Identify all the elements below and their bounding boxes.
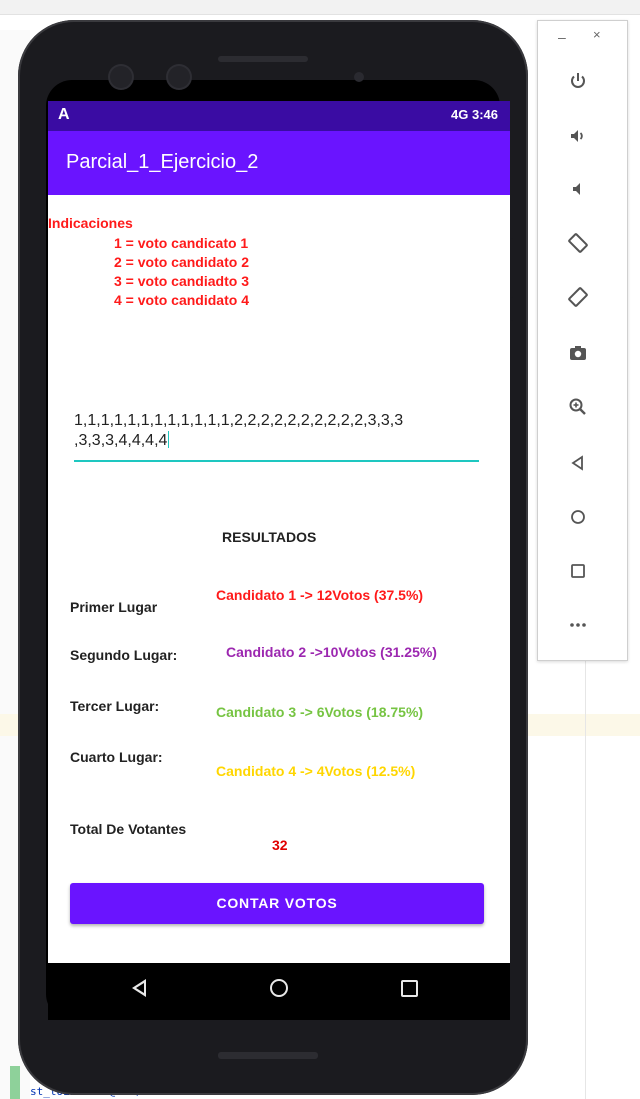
votes-input-text: ,3,3,3,4,4,4,4 [74,432,168,449]
app-bar: Parcial_1_Ejercicio_2 [48,131,510,195]
indication-line: 1 = voto candicato 1 [114,235,249,251]
votes-input-line-2: ,3,3,3,4,4,4,4 [74,431,478,451]
app-title: Parcial_1_Ejercicio_2 [66,151,259,173]
third-place-value: Candidato 3 -> 6Votos (18.75%) [216,704,424,720]
alert-icon: A [58,106,70,123]
ide-top-bar [0,0,640,15]
app-screen: A 4G 3:46 Parcial_1_Ejercicio_2 Indicaci… [48,101,510,963]
second-place-label: Segundo Lugar: [70,647,178,663]
proximity-sensor [354,72,364,82]
close-icon[interactable]: × [593,27,601,42]
nav-home-icon[interactable] [270,979,288,997]
front-camera [110,66,132,88]
second-place-value: Candidato 2 ->10Votos (31.25%) [226,644,437,660]
volume-up-icon[interactable] [560,116,596,152]
camera-icon[interactable] [560,333,596,369]
first-place-value: Candidato 1 -> 12Votos (37.5%) [216,587,424,603]
rotate-right-icon[interactable] [560,277,596,313]
power-icon[interactable] [560,61,596,97]
status-bar-indicators: 4G 3:46 [451,107,498,122]
third-place-label: Tercer Lugar: [70,698,160,714]
fourth-place-label: Cuarto Lugar: [70,749,163,765]
ide-change-marker [10,1066,20,1099]
emulator-toolbar: – × [537,20,628,661]
votes-input[interactable]: 1,1,1,1,1,1,1,1,1,1,1,1,2,2,2,2,2,2,2,2,… [74,411,478,451]
home-icon[interactable] [560,497,596,533]
front-sensor [168,66,190,88]
minimize-icon[interactable]: – [558,29,566,45]
votes-input-line: 1,1,1,1,1,1,1,1,1,1,1,1,2,2,2,2,2,2,2,2,… [74,412,404,429]
results-title: RESULTADOS [222,529,317,545]
count-votes-button[interactable]: CONTAR VOTOS [70,883,484,924]
back-icon[interactable] [560,443,596,479]
more-icon[interactable] [560,605,596,641]
fourth-place-value: Candidato 4 -> 4Votos (12.5%) [216,763,416,779]
navigation-bar [48,963,510,1020]
total-voters-value: 32 [272,837,288,853]
nav-back-icon-inner [136,983,144,993]
indication-line: 3 = voto candiadto 3 [114,273,249,289]
first-place-label: Primer Lugar [70,599,158,615]
status-bar: A 4G 3:46 [48,101,510,131]
earpiece-speaker [218,56,308,62]
bottom-speaker [218,1052,318,1059]
indication-line: 2 = voto candidato 2 [114,254,249,270]
votes-input-underline [74,460,479,462]
rotate-left-icon[interactable] [560,223,596,259]
volume-down-icon[interactable] [560,169,596,205]
indications-title: Indicaciones [48,215,133,231]
overview-icon[interactable] [560,551,596,587]
indication-line: 4 = voto candidato 4 [114,292,249,308]
text-caret [168,431,170,448]
total-voters-label: Total De Votantes [70,821,187,837]
zoom-icon[interactable] [560,387,596,423]
ide-margin-guide [585,660,586,1099]
nav-overview-icon[interactable] [401,980,418,997]
